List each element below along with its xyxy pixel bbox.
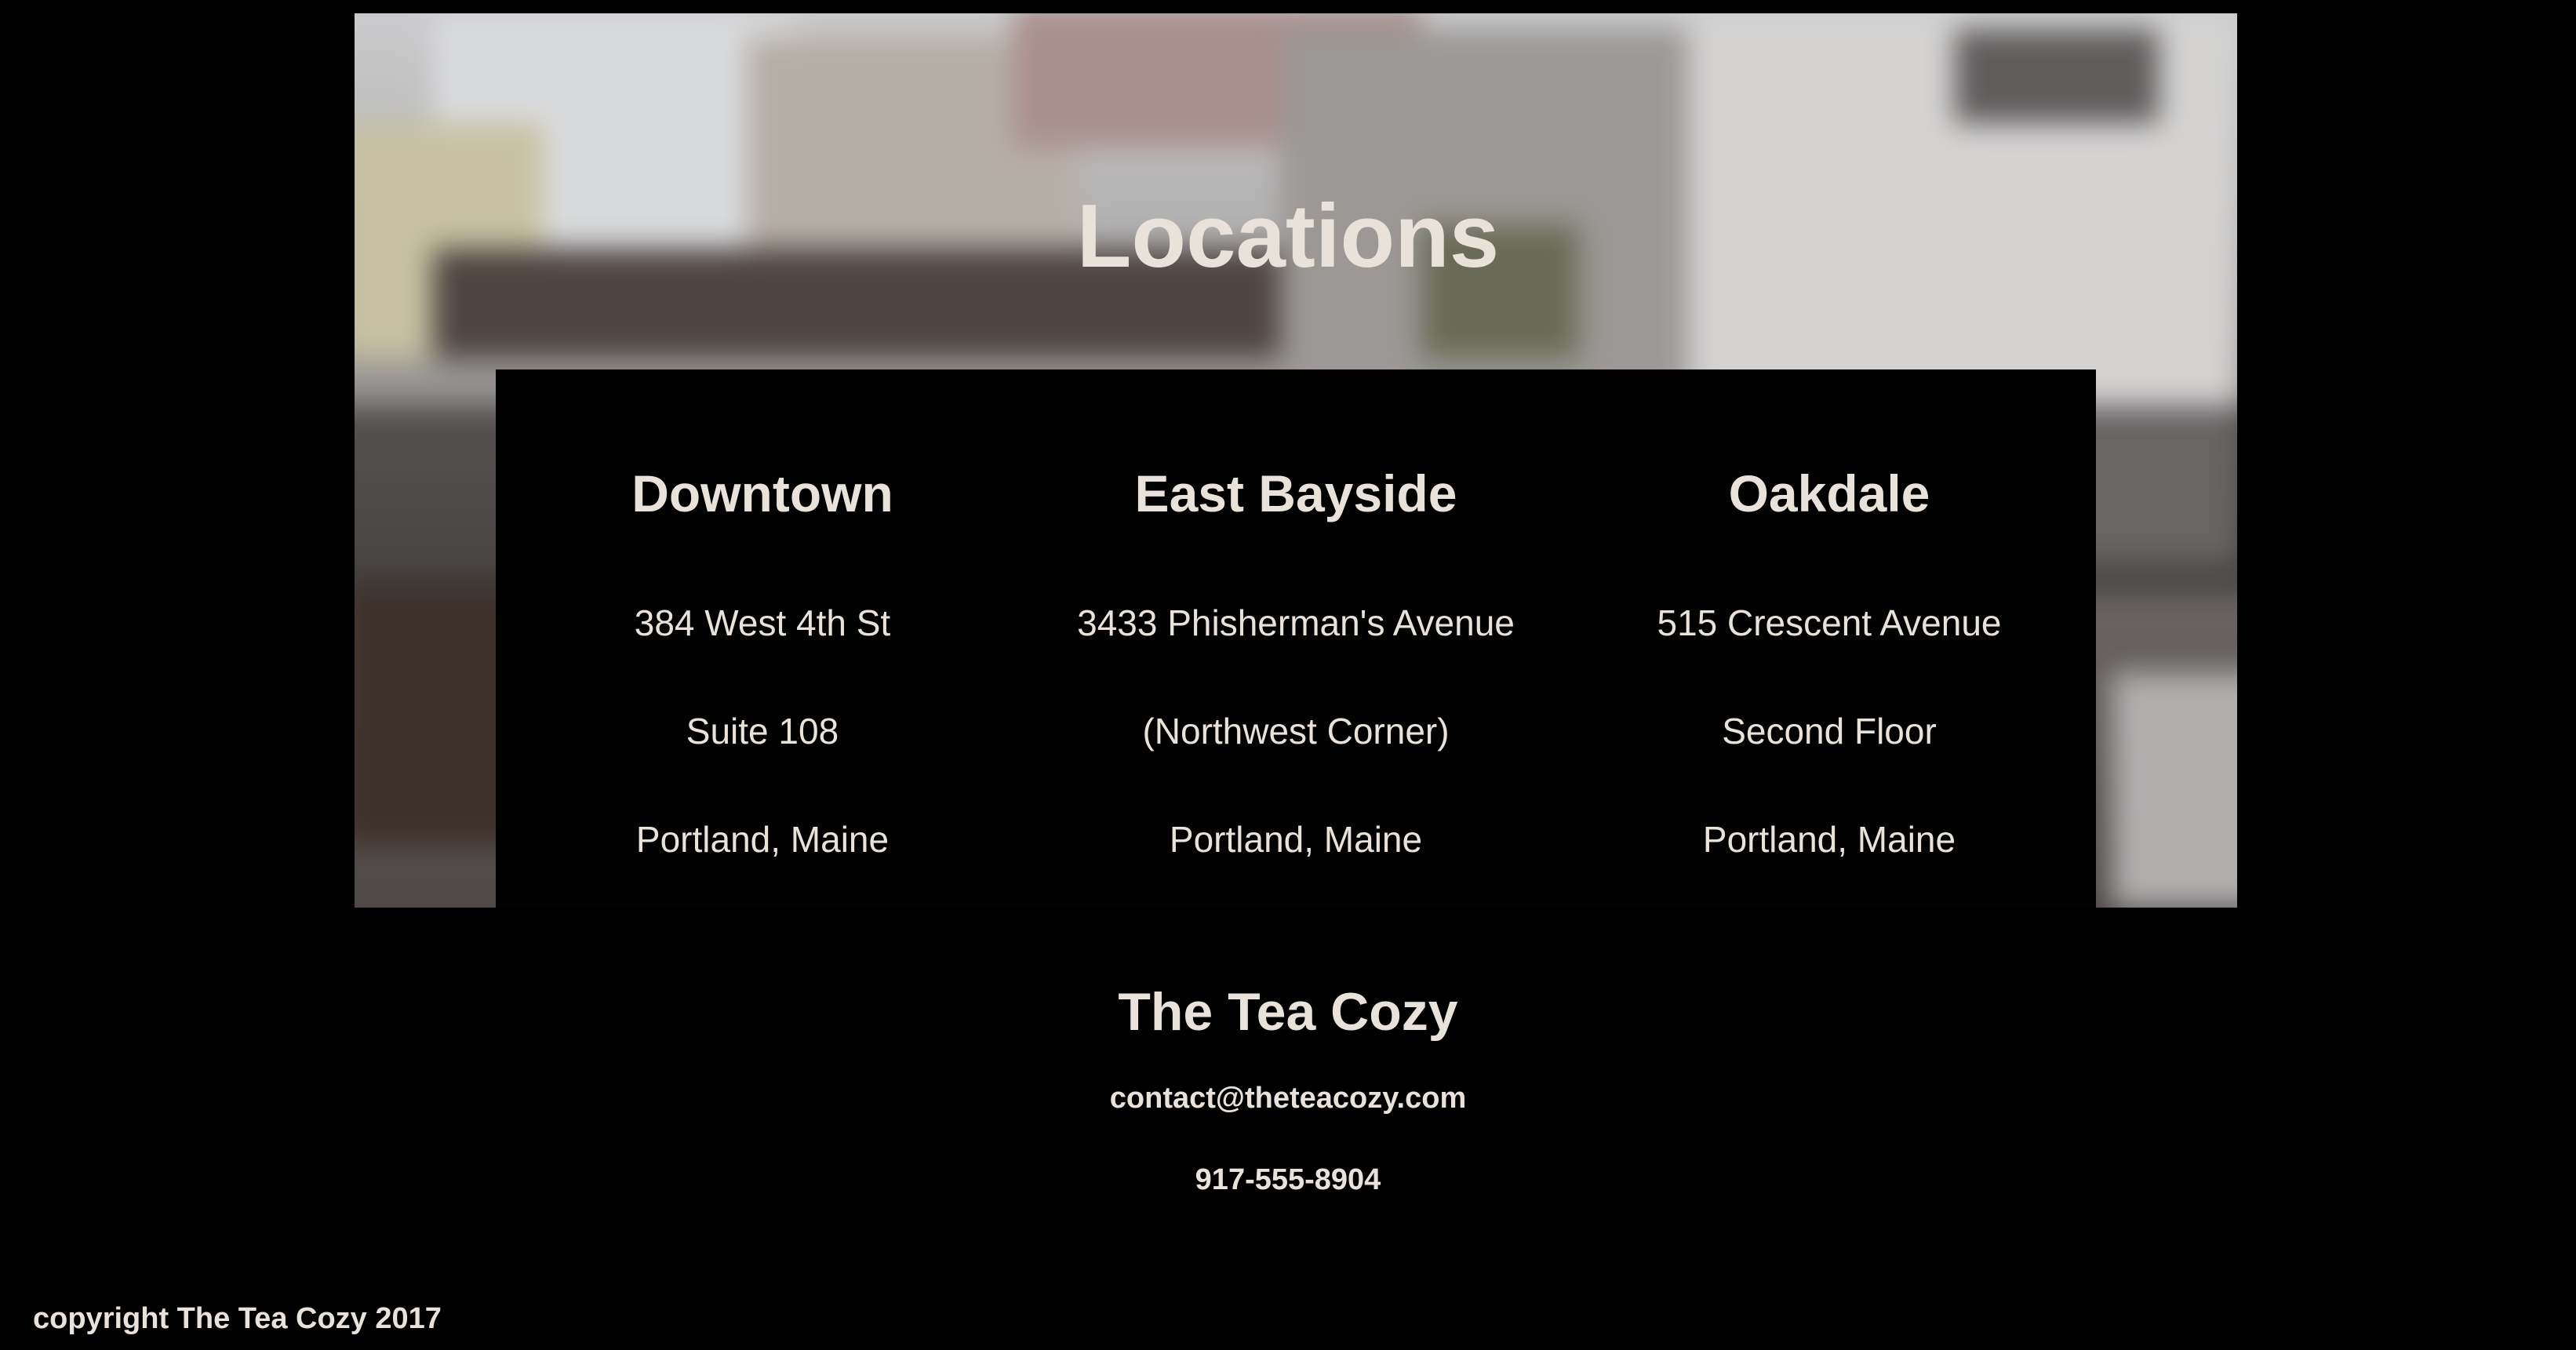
address-unit: Second Floor (1722, 711, 1937, 751)
address-city: Portland, Maine (1169, 819, 1423, 860)
contact-phone: 917-555-8904 (1195, 1163, 1381, 1196)
copyright-text: copyright The Tea Cozy 2017 (33, 1302, 442, 1335)
location-name: Downtown (631, 464, 893, 522)
contact-email-link[interactable]: contact@theteacozy.com (1110, 1080, 1466, 1116)
footer: The Tea Cozy contact@theteacozy.com 917-… (0, 977, 2576, 1198)
location-name: East Bayside (1134, 464, 1457, 522)
locations-panel: Downtown 384 West 4th St Suite 108 Portl… (496, 369, 2096, 908)
address-street: 384 West 4th St (634, 602, 891, 643)
location-oakdale: Oakdale 515 Crescent Avenue Second Floor… (1563, 369, 2096, 908)
location-downtown: Downtown 384 West 4th St Suite 108 Portl… (496, 369, 1029, 908)
page: Locations Downtown 384 West 4th St Suite… (0, 0, 2576, 1350)
address-street: 3433 Phisherman's Avenue (1077, 602, 1515, 643)
address-unit: Suite 108 (686, 711, 839, 751)
location-name: Oakdale (1728, 464, 1930, 522)
address-unit: (Northwest Corner) (1142, 711, 1450, 751)
address-city: Portland, Maine (635, 819, 890, 860)
location-east-bayside: East Bayside 3433 Phisherman's Avenue (N… (1029, 369, 1563, 908)
address-street: 515 Crescent Avenue (1657, 602, 2002, 643)
address-city: Portland, Maine (1702, 819, 1956, 860)
page-title: Locations (1076, 187, 1500, 286)
footer-business-name: The Tea Cozy (1118, 982, 1458, 1042)
